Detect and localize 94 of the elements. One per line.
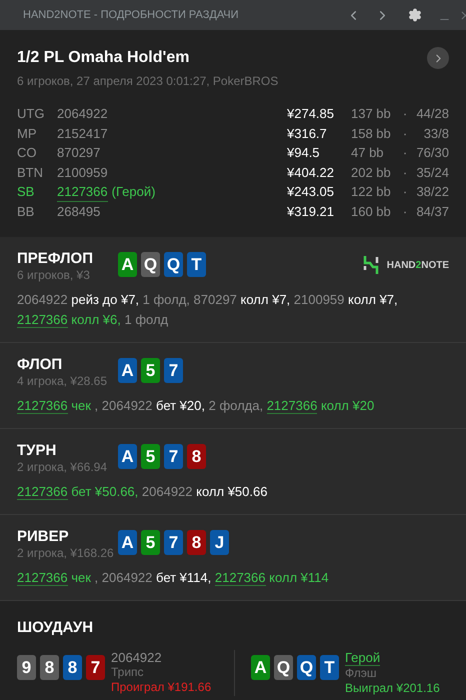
action-line: 2127366 чек , 2064922 бет ¥20, 2 фолда, 2127366 колл ¥20 <box>17 397 376 416</box>
playing-card: J <box>210 530 229 555</box>
playing-card: 8 <box>40 654 59 680</box>
window-title: HAND2NOTE - ПОДРОБНОСТИ РАЗДАЧИ <box>23 8 240 23</box>
playing-card: 8 <box>187 530 206 555</box>
playing-card: 8 <box>187 444 206 469</box>
playing-card: 7 <box>164 358 183 383</box>
playing-card: A <box>118 530 137 555</box>
playing-card: 8 <box>63 654 82 680</box>
street-info: 2 игрока, ¥66.94 <box>17 460 108 474</box>
playing-card: A <box>118 358 137 383</box>
player-name: 2100959 <box>57 164 108 180</box>
separator-dot: · <box>402 202 408 220</box>
hero-label: (Герой) <box>112 182 156 201</box>
separator-dot: · <box>402 144 408 162</box>
player-link[interactable]: 2127366 <box>57 182 108 202</box>
street-info: 6 игроков, ¥3 <box>17 268 91 282</box>
playing-card: 5 <box>141 530 160 555</box>
player-stats: 44/28 <box>415 105 449 123</box>
playing-card: 7 <box>164 444 183 469</box>
player-link[interactable]: 2127366 <box>17 570 68 586</box>
street-info: 4 игрока, ¥28.65 <box>17 374 108 388</box>
stack-amount: ¥274.85 <box>287 105 335 123</box>
player-stats: 33/8 <box>422 124 449 142</box>
logo-text: HAND2NOTE <box>386 258 449 272</box>
player-link[interactable]: 2127366 <box>17 398 68 414</box>
separator-dot: · <box>402 124 408 142</box>
playing-card: A <box>251 654 270 680</box>
stack-amount: ¥243.05 <box>287 183 335 201</box>
separator-dot: · <box>402 183 408 201</box>
player-link[interactable]: 2127366 <box>214 570 266 586</box>
showdown-title: ШОУДАУН <box>17 618 94 638</box>
stack-amount: ¥94.5 <box>287 144 321 162</box>
playing-card: 7 <box>86 654 105 680</box>
player-stats: 38/22 <box>415 183 449 201</box>
playing-card: 5 <box>141 358 160 383</box>
stack-bb: 158 bb <box>351 124 392 142</box>
action-line: 2127366 колл ¥6, 1 фолд <box>17 311 170 330</box>
street-title: РИВЕР <box>17 527 70 546</box>
player-link[interactable]: 2127366 <box>17 312 68 328</box>
player-name: 2152417 <box>57 126 108 140</box>
player-stats: 84/37 <box>415 202 449 220</box>
playing-card: Q <box>274 654 293 680</box>
stack-bb: 137 bb <box>351 105 392 123</box>
stack-bb: 202 bb <box>351 164 392 182</box>
action-line: 2127366 бет ¥50.66, 2064922 колл ¥50.66 <box>17 483 268 502</box>
player-link[interactable]: 2127366 <box>17 484 68 500</box>
stack-bb: 47 bb <box>351 144 385 162</box>
playing-card: T <box>320 654 339 680</box>
position-label: BB <box>17 202 36 220</box>
separator-dot: · <box>402 105 408 123</box>
street-title: ТУРН <box>17 441 58 460</box>
playing-card: Q <box>164 252 183 277</box>
playing-card: A <box>118 252 137 277</box>
player-stats: 76/30 <box>415 144 449 162</box>
street-info: 2 игрока, ¥168.26 <box>17 546 115 560</box>
playing-card: Q <box>297 654 316 680</box>
result-amount: Проиграл ¥191.66 <box>111 680 212 694</box>
action-line: 2127366 чек , 2064922 бет ¥114, 2127366 колл ¥114 <box>17 569 330 588</box>
result-amount: Выиграл ¥201.16 <box>345 680 440 696</box>
player-stats: 35/24 <box>415 164 449 182</box>
hand-rank: Трипс <box>111 664 145 680</box>
playing-card: Q <box>141 252 160 277</box>
separator-dot: · <box>402 164 408 182</box>
street-title: ПРЕФЛОП <box>17 249 94 268</box>
player-name: 268495 <box>57 204 100 218</box>
playing-card: A <box>118 444 137 469</box>
stack-bb: 122 bb <box>351 183 392 201</box>
playing-card: 9 <box>17 654 36 680</box>
stack-bb: 160 bb <box>351 202 392 220</box>
player-name: 2064922 <box>111 650 163 664</box>
next-button[interactable] <box>427 47 449 69</box>
playing-card: 5 <box>141 444 160 469</box>
stack-amount: ¥404.22 <box>287 164 335 182</box>
position-label: MP <box>17 124 38 142</box>
street-title: ФЛОП <box>17 355 64 374</box>
game-title: 1/2 PL Omaha Hold'em <box>17 48 190 68</box>
position-label: CO <box>17 144 38 162</box>
logo-icon <box>362 255 379 275</box>
player-link[interactable]: Герой <box>345 650 380 666</box>
position-label: UTG <box>17 105 46 123</box>
position-label: SB <box>17 183 36 201</box>
player-link[interactable]: 2127366 <box>266 398 318 414</box>
stack-amount: ¥319.21 <box>287 202 335 220</box>
player-name: 2064922 <box>57 106 108 121</box>
hand-rank: Флэш <box>345 666 378 680</box>
settings-icon[interactable] <box>408 8 422 22</box>
player-name: 870297 <box>57 145 100 160</box>
action-line: 2064922 рейз до ¥7, 1 фолд, 870297 колл ¥7, 2100959 колл ¥7, <box>17 291 399 309</box>
hand-info: 6 игроков, 27 апреля 2023 0:01:27, PokerBROS <box>17 73 280 90</box>
position-label: BTN <box>17 164 44 182</box>
playing-card: 7 <box>164 530 183 555</box>
playing-card: T <box>187 252 206 277</box>
stack-amount: ¥316.7 <box>287 124 328 142</box>
